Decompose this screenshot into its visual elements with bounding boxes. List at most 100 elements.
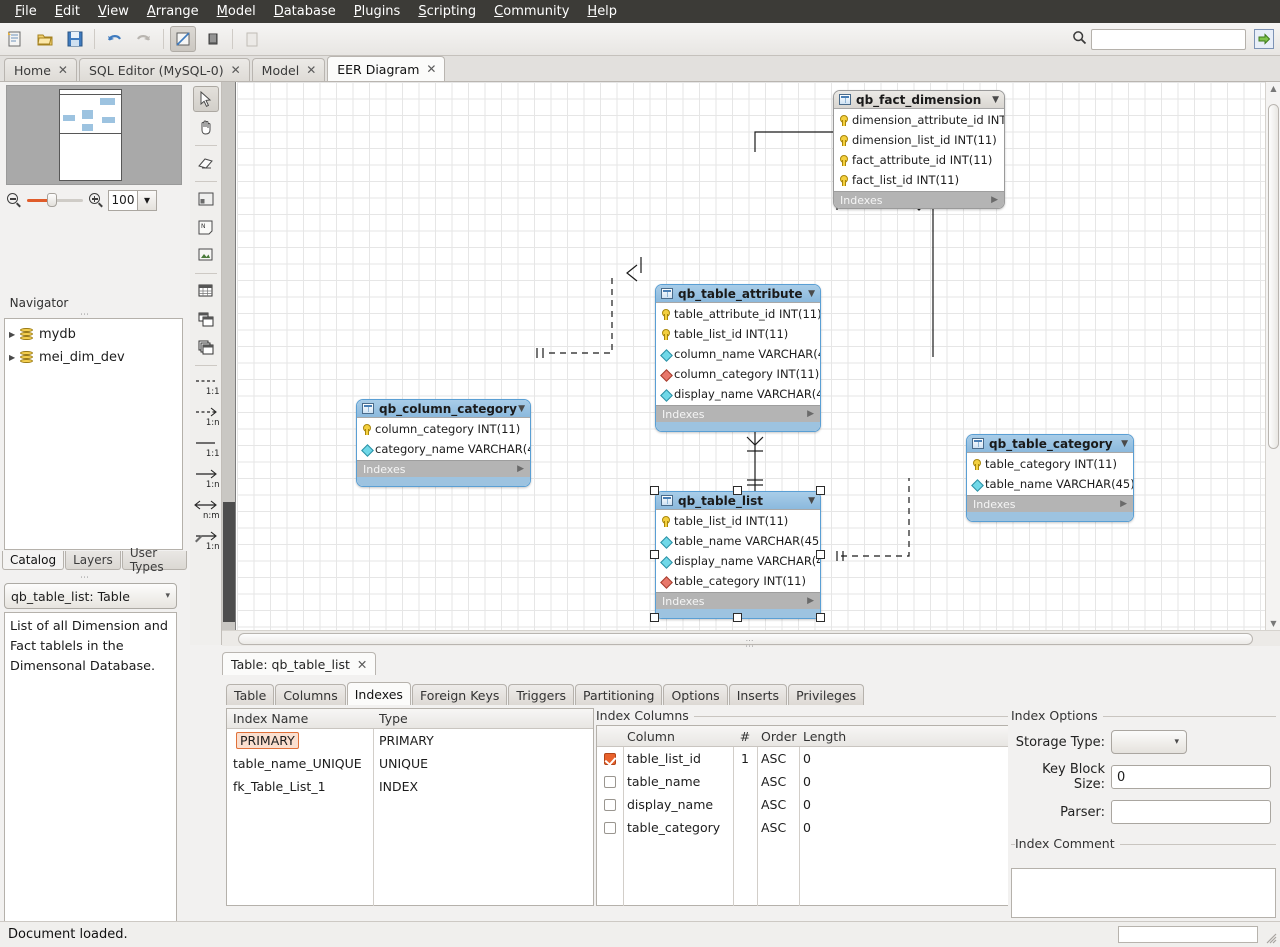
er-column-row[interactable]: table_category INT(11) [967,454,1133,474]
editor-subtab-indexes[interactable]: Indexes [347,682,411,705]
col-header-length[interactable]: Length [799,729,1008,744]
er-column-row[interactable]: category_name VARCHAR(45) [357,439,530,459]
er-table-header[interactable]: qb_table_category▼ [967,435,1133,453]
col-header-index-name[interactable]: Index Name [227,709,373,728]
index-list-table[interactable]: Index Name Type PRIMARYPRIMARYtable_name… [226,708,594,906]
col-header-number[interactable]: # [733,729,757,744]
undo-icon[interactable] [101,26,127,52]
editor-subtab-foreign-keys[interactable]: Foreign Keys [412,684,507,705]
resize-handle[interactable] [733,486,742,495]
chevron-down-icon[interactable]: ▼ [808,289,815,299]
save-model-icon[interactable] [62,26,88,52]
er-column-row[interactable]: display_name VARCHAR(45) [656,551,820,571]
catalog-tab-user-types[interactable]: User Types [122,551,187,570]
resize-handle[interactable] [650,550,659,559]
canvas-ruler-thumb[interactable] [223,502,235,622]
index-comment-input[interactable] [1011,868,1276,918]
arrow-right-icon[interactable] [1254,29,1274,49]
navigator-preview[interactable] [6,85,182,185]
pointer-tool[interactable] [193,86,219,112]
er-indexes-section[interactable]: Indexes▶ [834,191,1004,208]
object-selector[interactable]: qb_table_list: Table ▾ [4,583,177,609]
toggle-page-guides-icon[interactable] [200,26,226,52]
zoom-out-icon[interactable] [6,192,22,208]
expand-triangle-icon[interactable]: ▶ [991,195,998,205]
index-column-sort-order[interactable]: ASC [757,797,799,812]
menu-item-community[interactable]: Community [485,2,578,21]
index-column-length[interactable]: 0 [799,774,1008,789]
index-column-name[interactable]: table_name [623,774,733,789]
er-column-row[interactable]: table_attribute_id INT(11) [656,304,820,324]
index-name[interactable]: PRIMARY [236,732,299,749]
catalog-item-mydb[interactable]: ▶mydb [5,323,182,346]
index-column-length[interactable]: 0 [799,751,1008,766]
catalog-tab-catalog[interactable]: Catalog [2,551,64,570]
er-column-row[interactable]: table_name VARCHAR(45) [967,474,1133,494]
index-column-length[interactable]: 0 [799,820,1008,835]
expand-triangle-icon[interactable]: ▶ [9,330,20,339]
er-column-row[interactable]: table_list_id INT(11) [656,324,820,344]
close-icon[interactable]: ✕ [426,62,436,76]
index-table-column-divider[interactable] [373,729,374,906]
er-table-header[interactable]: qb_table_attribute▼ [656,285,820,303]
expand-triangle-icon[interactable]: ▶ [9,353,20,362]
er-table-qb_table_attribute[interactable]: qb_table_attribute▼table_attribute_id IN… [655,284,821,432]
er-table-header[interactable]: qb_column_category▼ [357,400,530,418]
canvas-vscroll-thumb[interactable] [1268,104,1279,449]
index-column-checkbox[interactable] [604,822,616,834]
index-column-sort-order[interactable]: ASC [757,751,799,766]
index-column-sort-order[interactable]: ASC [757,820,799,835]
menu-item-scripting[interactable]: Scripting [409,2,485,21]
resize-handle[interactable] [733,613,742,622]
relation-1-1-identifying-tool[interactable]: 1:1 [191,432,221,462]
er-column-row[interactable]: table_category INT(11) [656,571,820,591]
view-tool[interactable] [193,306,219,332]
note-tool[interactable]: N [193,214,219,240]
menu-item-edit[interactable]: Edit [46,2,89,21]
index-column-name[interactable]: display_name [623,797,733,812]
main-tab-eer-diagram[interactable]: EER Diagram✕ [327,56,445,81]
eer-canvas[interactable]: qb_fact_dimension▼dimension_attribute_id… [237,82,1265,630]
expand-triangle-icon[interactable]: ▶ [517,464,524,474]
sidebar-splitter-grip-2[interactable]: ⋯ [80,573,90,583]
index-name[interactable]: fk_Table_List_1 [233,779,326,794]
resize-handle[interactable] [816,486,825,495]
index-name[interactable]: table_name_UNIQUE [233,756,362,771]
er-table-qb_table_category[interactable]: qb_table_category▼table_category INT(11)… [966,434,1134,522]
expand-triangle-icon[interactable]: ▶ [1120,499,1127,509]
editor-subtab-partitioning[interactable]: Partitioning [575,684,662,705]
close-icon[interactable]: ✕ [357,657,367,672]
editor-subtab-privileges[interactable]: Privileges [788,684,864,705]
catalog-item-mei_dim_dev[interactable]: ▶mei_dim_dev [5,346,182,369]
index-row[interactable]: table_name_UNIQUEUNIQUE [227,752,593,775]
index-column-name[interactable]: table_category [623,820,733,835]
index-column-row[interactable]: table_nameASC0 [597,770,1008,793]
er-table-qb_table_list[interactable]: qb_table_list▼table_list_id INT(11)table… [655,491,821,619]
chevron-down-icon[interactable]: ▼ [518,404,525,414]
resize-handle[interactable] [816,613,825,622]
menu-item-model[interactable]: Model [208,2,265,21]
er-column-row[interactable]: column_category INT(11) [357,419,530,439]
close-icon[interactable]: ✕ [231,63,241,77]
expand-triangle-icon[interactable]: ▶ [807,409,814,419]
er-table-header[interactable]: qb_fact_dimension▼ [834,91,1004,109]
chevron-down-icon[interactable]: ▼ [992,95,999,105]
zoom-in-icon[interactable] [88,192,104,208]
close-icon[interactable]: ✕ [306,63,316,77]
relation-1-n-identifying-tool[interactable]: 1:n [191,463,221,493]
index-column-row[interactable]: display_nameASC0 [597,793,1008,816]
editor-subtab-columns[interactable]: Columns [275,684,345,705]
layer-tool[interactable] [193,186,219,212]
main-tab-model[interactable]: Model✕ [252,58,326,81]
resize-handle[interactable] [816,550,825,559]
editor-subtab-table[interactable]: Table [226,684,274,705]
index-column-row[interactable]: table_category ASC0 [597,816,1008,839]
er-column-row[interactable]: fact_attribute_id INT(11) [834,150,1004,170]
menu-item-help[interactable]: Help [578,2,626,21]
editor-subtab-options[interactable]: Options [663,684,727,705]
index-column-checkbox[interactable] [604,799,616,811]
editor-subtab-inserts[interactable]: Inserts [729,684,787,705]
chevron-down-icon[interactable]: ▼ [808,496,815,506]
er-indexes-section[interactable]: Indexes▶ [357,460,530,477]
er-column-row[interactable]: dimension_attribute_id INT(11) [834,110,1004,130]
